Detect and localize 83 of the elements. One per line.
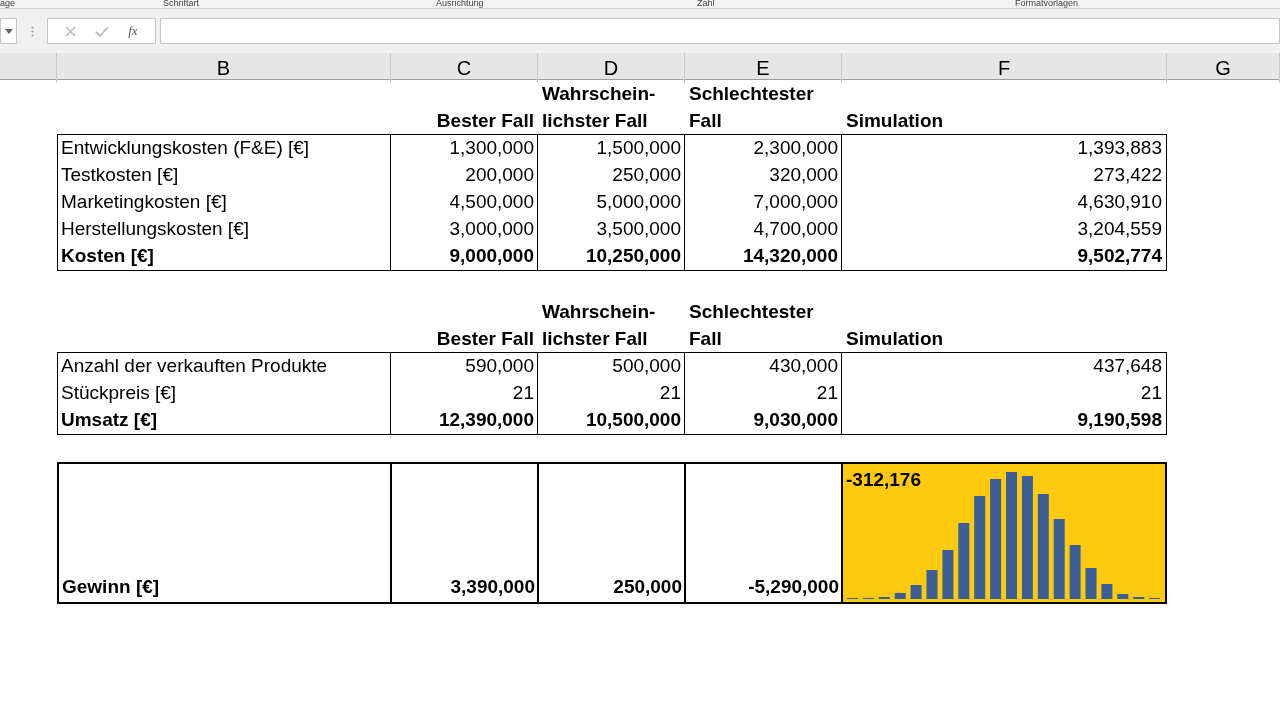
column-header[interactable]: G [1167,53,1280,83]
table-cell-text: 4,700,000 [753,217,838,242]
table-cell-text: Testkosten [€] [61,163,179,188]
histogram-bar [910,585,922,599]
insert-function-button[interactable]: fx [128,21,138,41]
table-cell-text: 5,000,000 [596,190,681,215]
formula-input[interactable] [160,18,1280,44]
table-cell-text: 1,300,000 [449,136,534,161]
table-cell-text: 320,000 [769,163,838,188]
table-cell-text: Herstellungskosten [€] [61,217,249,242]
table-cell-text: 437,648 [1093,354,1162,379]
column-heading: Simulation [846,327,944,351]
column-heading: Fall [689,109,722,133]
table-cell-text: Anzahl der verkauften Produkte [61,354,328,379]
table-cell-text: 273,422 [1093,163,1162,188]
table-cell-text: 3,204,559 [1077,217,1162,242]
table-cell-text: 10,250,000 [585,244,681,269]
histogram-bar [1069,545,1081,599]
table-cell-text: 4,500,000 [449,190,534,215]
histogram-bar [1117,594,1129,599]
table-cell-text: 250,000 [613,574,682,599]
table-cell-text: 430,000 [769,354,838,379]
table-cell-text: 10,500,000 [585,408,681,433]
ribbon-group-label: Zahl [697,0,715,8]
column-header[interactable]: F [842,53,1167,83]
table-cell-text: 1,393,883 [1077,136,1162,161]
table-cell-text: 12,390,000 [438,408,534,433]
column-heading: Wahrschein- [542,82,656,106]
column-heading: Schlechtester [689,300,814,324]
histogram-bar [926,570,938,599]
column-header[interactable]: B [57,53,391,83]
column-heading: Fall [689,327,722,351]
table-cell-text: 250,000 [612,163,681,188]
table-cell-text: 9,030,000 [753,408,838,433]
table-cell-text: 21 [1140,381,1162,406]
histogram-bar [942,550,954,599]
ribbon-group-label: Schriftart [163,0,199,8]
table-cell-text: 200,000 [465,163,534,188]
table-cell-text: 4,630,910 [1077,190,1162,215]
table-cell-text: Stückpreis [€] [61,381,177,406]
dropdown-icon [4,28,13,34]
table-cell-text: 3,000,000 [449,217,534,242]
table-cell-text: 14,320,000 [742,244,838,269]
column-heading: Bester Fall [436,109,534,133]
table-cell-text: Marketingkosten [€] [61,190,227,215]
table-cell-text: Umsatz [€] [61,408,158,433]
column-heading: Bester Fall [436,327,534,351]
table-cell-text: 9,000,000 [449,244,534,269]
column-heading: lichster Fall [542,109,648,133]
ribbon-group-label: age [0,0,16,8]
table-cell-text: 3,500,000 [596,217,681,242]
simulation-value: -312,176 [846,468,921,492]
name-box[interactable] [0,18,17,44]
column-heading: Simulation [846,109,944,133]
histogram-bar [1085,568,1097,599]
table-cell-text: 500,000 [612,354,681,379]
table-cell-text: 21 [816,381,838,406]
ribbon-group-label: Formatvorlagen [1015,0,1079,8]
table-cell-text: 1,500,000 [596,136,681,161]
histogram-bar [1101,584,1113,599]
table-cell-text: 2,300,000 [753,136,838,161]
column-header[interactable]: E [685,53,842,83]
table-cell-text: 21 [659,381,681,406]
column-heading: Wahrschein- [542,300,656,324]
table-cell-text: 21 [512,381,534,406]
table-cell-text: Entwicklungskosten (F&E) [€] [61,136,310,161]
column-header[interactable]: C [391,53,538,83]
table-cell-text: 7,000,000 [753,190,838,215]
drag-handle-icon[interactable] [31,25,34,37]
column-heading: Schlechtester [689,82,814,106]
table-cell-text: 9,502,774 [1077,244,1162,269]
histogram-bar [894,593,906,599]
column-header[interactable]: D [538,53,685,83]
table-cell-text: 590,000 [465,354,534,379]
table-cell-text: 3,390,000 [450,574,535,599]
checkmark-icon[interactable] [95,25,110,37]
table-cell-text: Gewinn [€] [62,574,160,599]
close-icon[interactable] [65,25,77,37]
table-cell-text: 9,190,598 [1077,408,1162,433]
table-cell-text: Kosten [€] [61,244,154,269]
table-cell-text: -5,290,000 [748,574,839,599]
ribbon-group-label: Ausrichtung [436,0,484,8]
column-heading: lichster Fall [542,327,648,351]
